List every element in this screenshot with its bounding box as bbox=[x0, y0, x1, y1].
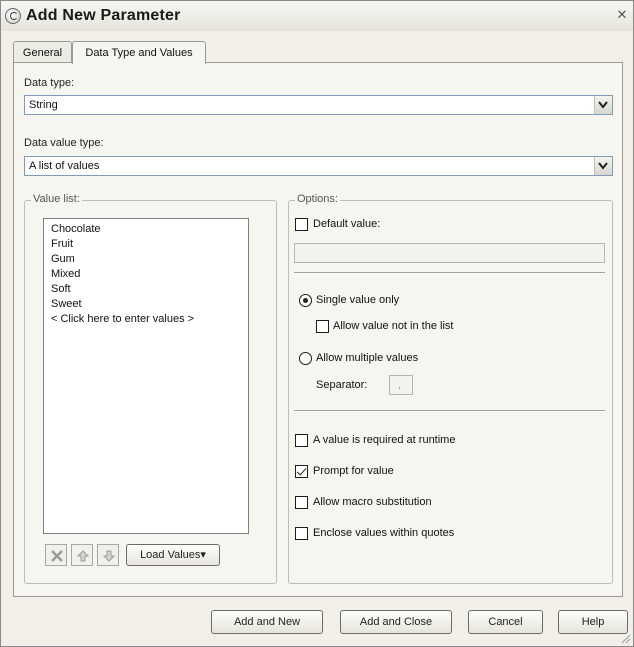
list-item[interactable]: Gum bbox=[51, 252, 75, 267]
multiple-values-label: Allow multiple values bbox=[316, 352, 419, 364]
allow-not-in-list-label: Allow value not in the list bbox=[333, 320, 454, 332]
value-listbox[interactable]: Chocolate Fruit Gum Mixed Soft Sweet < C… bbox=[43, 218, 249, 534]
tab-data-type-and-values[interactable]: Data Type and Values bbox=[72, 41, 206, 64]
data-value-type-select[interactable]: A list of values bbox=[24, 156, 613, 176]
multiple-values-radio[interactable] bbox=[299, 352, 312, 365]
macro-substitution-checkbox[interactable] bbox=[295, 496, 308, 509]
separator-label: Separator: bbox=[316, 379, 368, 391]
title-bar[interactable]: Add New Parameter ✕ bbox=[1, 1, 633, 31]
enclose-quotes-checkbox[interactable] bbox=[295, 527, 308, 540]
macro-substitution-label: Allow macro substitution bbox=[313, 496, 432, 508]
single-value-label: Single value only bbox=[316, 294, 400, 306]
help-button[interactable]: Help bbox=[558, 610, 628, 634]
list-item-enter-values[interactable]: < Click here to enter values > bbox=[51, 312, 194, 327]
data-value-type-value: A list of values bbox=[29, 160, 100, 172]
close-icon[interactable]: ✕ bbox=[615, 8, 629, 22]
list-item[interactable]: Mixed bbox=[51, 267, 80, 282]
default-value-field[interactable] bbox=[294, 243, 605, 263]
delete-value-button[interactable] bbox=[45, 544, 67, 566]
chevron-down-icon[interactable] bbox=[594, 96, 612, 114]
cancel-button[interactable]: Cancel bbox=[468, 610, 543, 634]
delete-icon bbox=[51, 550, 63, 562]
options-separator bbox=[294, 272, 605, 274]
add-and-close-button[interactable]: Add and Close bbox=[340, 610, 452, 634]
list-item[interactable]: Soft bbox=[51, 282, 71, 297]
dialog-window: Add New Parameter ✕ General Data Type an… bbox=[0, 0, 634, 647]
value-list-group: Value list: Chocolate Fruit Gum Mixed So… bbox=[24, 193, 277, 584]
resize-grip-icon[interactable] bbox=[621, 634, 631, 644]
move-down-button[interactable] bbox=[97, 544, 119, 566]
options-group: Options: Default value: Single value onl… bbox=[288, 193, 613, 584]
single-value-radio[interactable] bbox=[299, 294, 312, 307]
prompt-for-value-label: Prompt for value bbox=[313, 465, 394, 477]
arrow-up-icon bbox=[76, 550, 90, 562]
separator-field[interactable]: , bbox=[389, 375, 413, 395]
load-values-button[interactable]: Load Values▾ bbox=[126, 544, 220, 566]
required-at-runtime-label: A value is required at runtime bbox=[313, 434, 456, 446]
chevron-down-icon[interactable] bbox=[594, 157, 612, 175]
default-value-checkbox[interactable] bbox=[295, 218, 308, 231]
default-value-label: Default value: bbox=[313, 218, 381, 230]
app-icon bbox=[5, 8, 21, 24]
list-item[interactable]: Fruit bbox=[51, 237, 73, 252]
list-item[interactable]: Chocolate bbox=[51, 222, 101, 237]
data-type-value: String bbox=[29, 99, 58, 111]
options-separator bbox=[294, 410, 605, 412]
data-type-label: Data type: bbox=[24, 77, 75, 89]
add-and-new-button[interactable]: Add and New bbox=[211, 610, 323, 634]
separator-value: , bbox=[398, 379, 402, 391]
required-at-runtime-checkbox[interactable] bbox=[295, 434, 308, 447]
options-legend: Options: bbox=[295, 193, 340, 205]
move-up-button[interactable] bbox=[71, 544, 93, 566]
allow-not-in-list-checkbox[interactable] bbox=[316, 320, 329, 333]
list-item[interactable]: Sweet bbox=[51, 297, 82, 312]
arrow-down-icon bbox=[102, 550, 116, 562]
dialog-title: Add New Parameter bbox=[26, 7, 181, 24]
prompt-for-value-checkbox[interactable] bbox=[295, 465, 308, 478]
data-value-type-label: Data value type: bbox=[24, 137, 104, 149]
tab-general[interactable]: General bbox=[13, 41, 72, 63]
tab-panel: Data type: String Data value type: A lis… bbox=[13, 62, 623, 597]
data-type-select[interactable]: String bbox=[24, 95, 613, 115]
value-list-legend: Value list: bbox=[31, 193, 82, 205]
enclose-quotes-label: Enclose values within quotes bbox=[313, 527, 455, 539]
